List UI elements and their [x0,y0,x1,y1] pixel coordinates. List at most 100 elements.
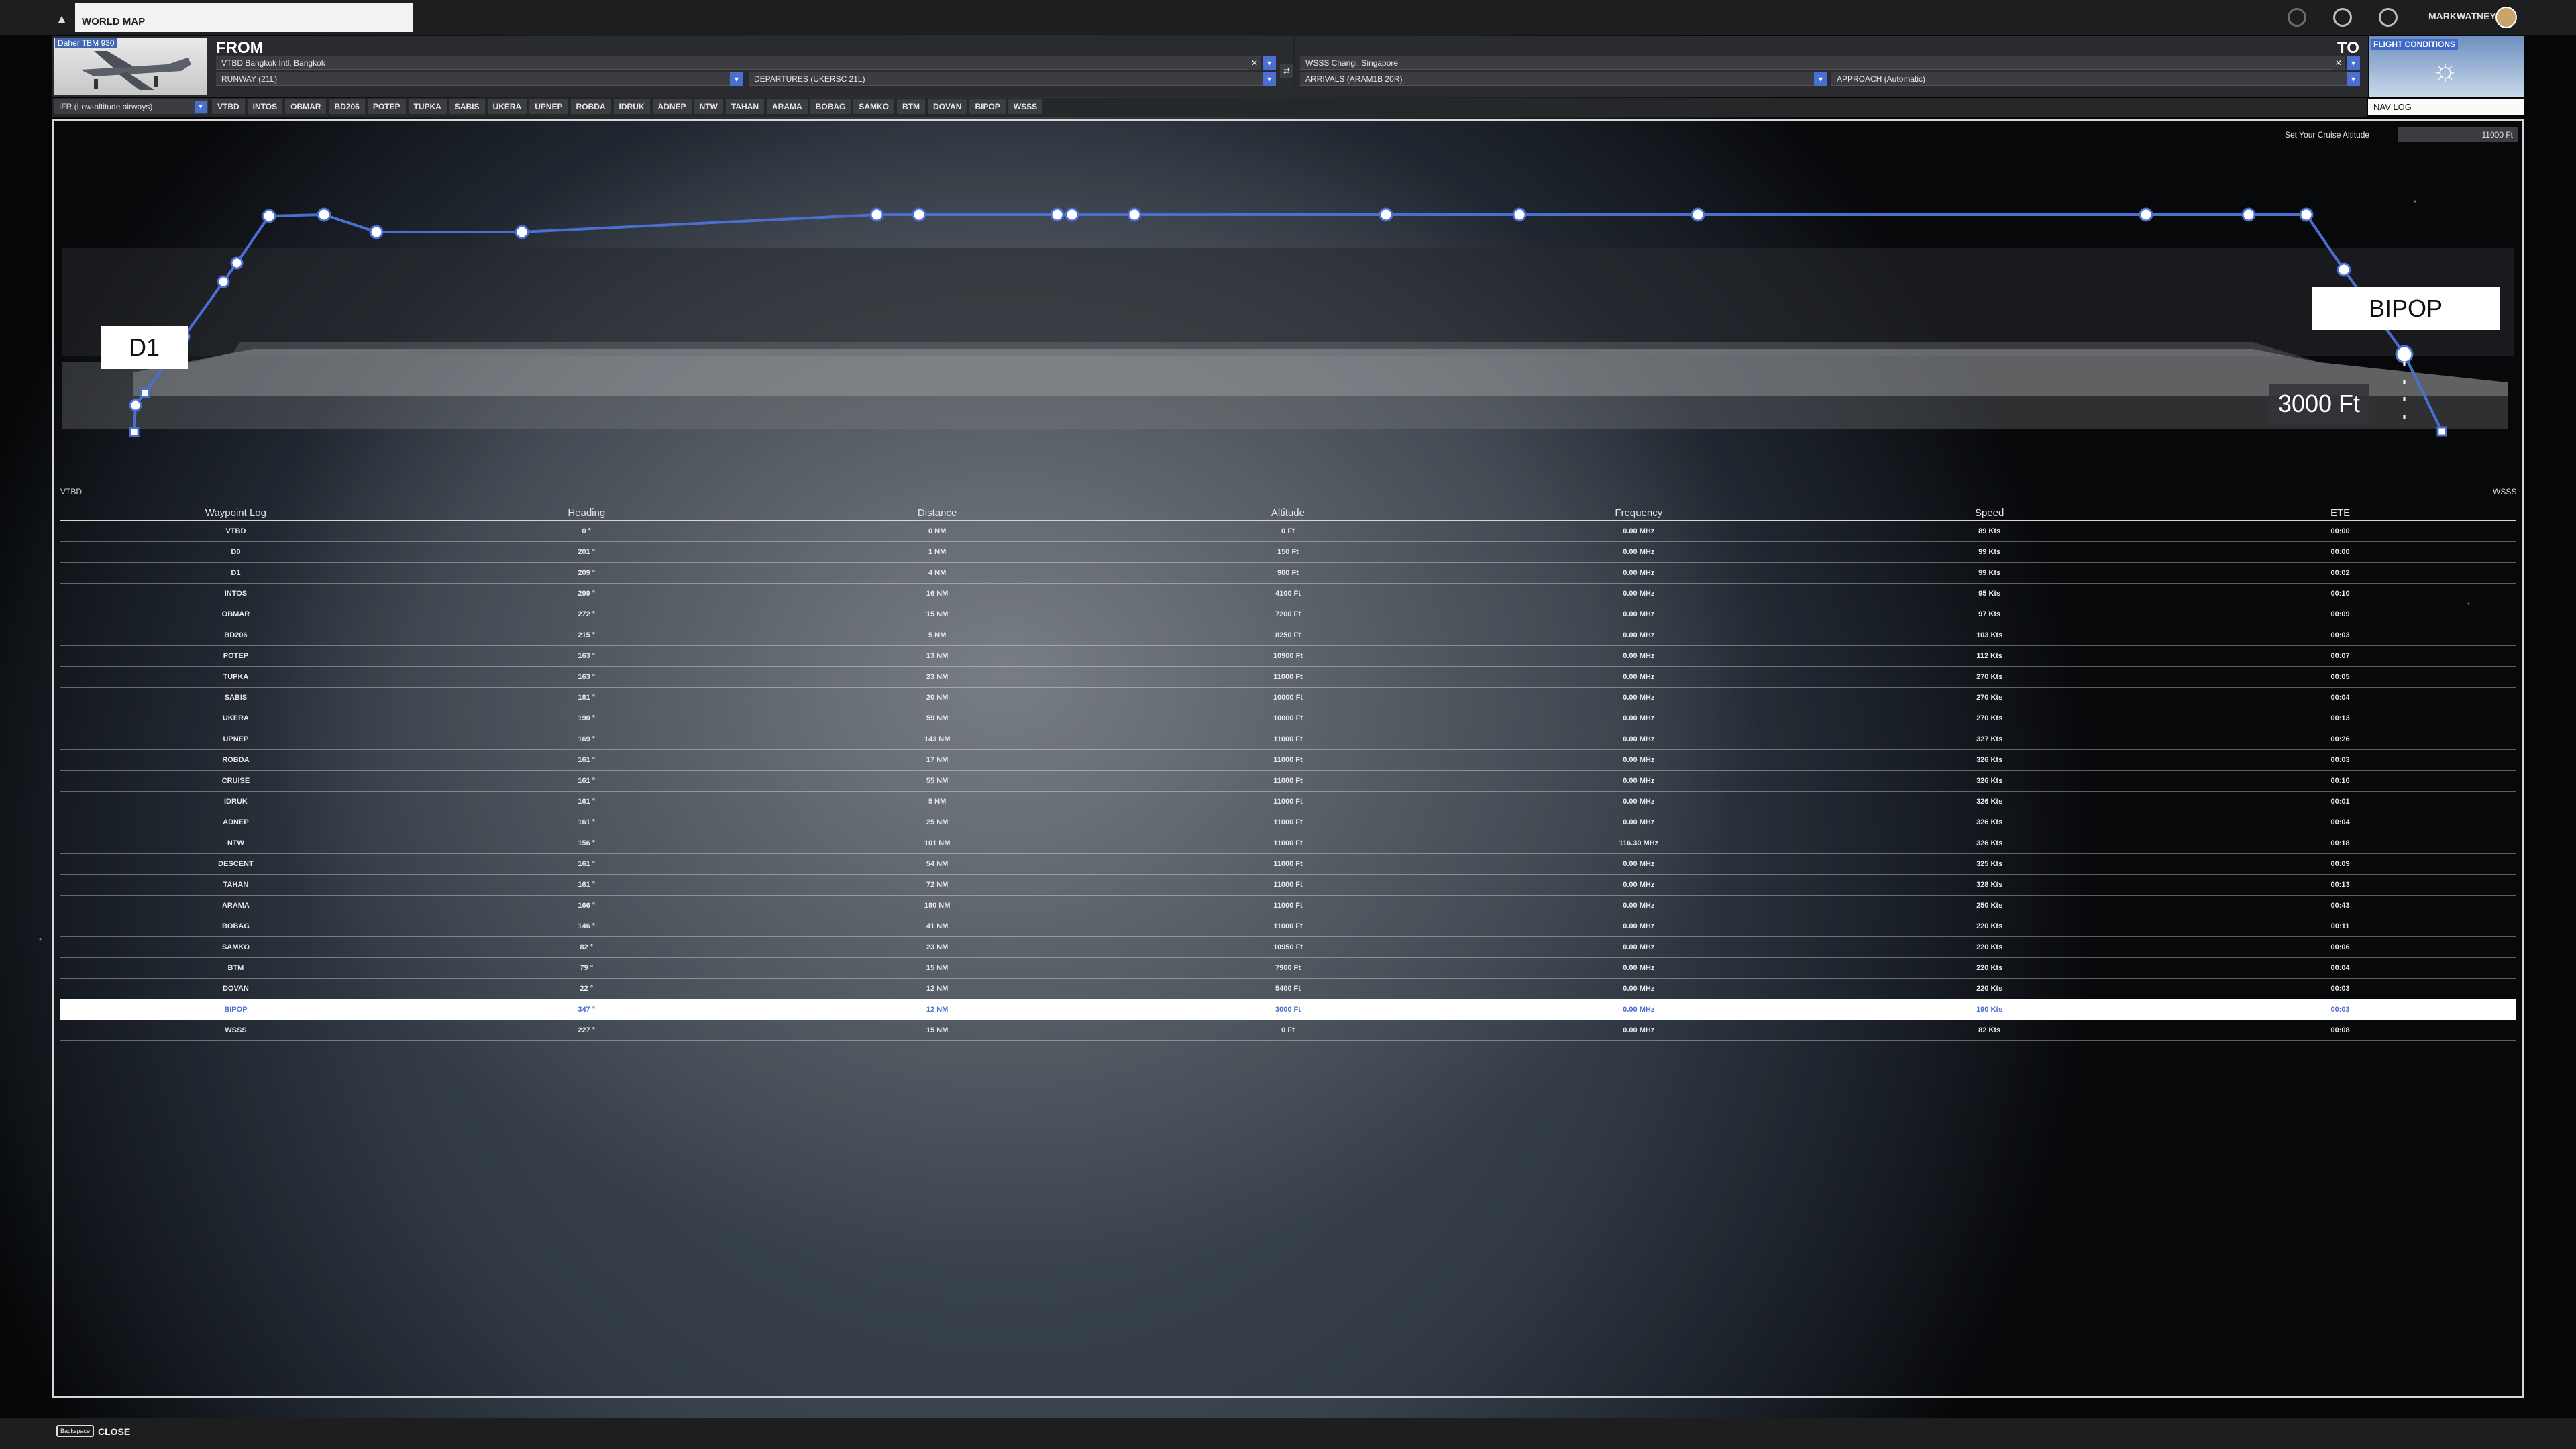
waypoint-marker[interactable] [2299,207,2314,222]
chevron-down-icon[interactable]: ▾ [1263,72,1276,86]
approach-select[interactable]: APPROACH (Automatic) [1831,72,2348,86]
waypoint-marker[interactable] [217,275,230,288]
waypoint-marker[interactable] [1690,207,1705,222]
table-row[interactable]: BIPOP 347 ° 12 NM 3000 Ft 0.00 MHz 190 Kts 00:… [60,999,2516,1020]
waypoint-marker[interactable] [262,209,276,223]
cruise-altitude-input[interactable]: 11000 Ft [2398,127,2518,142]
friends-icon[interactable] [2379,8,2398,27]
chevron-down-icon[interactable]: ▾ [2347,56,2360,70]
table-row[interactable]: SABIS 181 ° 20 NM 10000 Ft 0.00 MHz 270 Kts 00… [60,687,2516,708]
table-row[interactable]: NTW 156 ° 101 NM 11000 Ft 116.30 MHz 326 Kts 0… [60,833,2516,854]
waypoint-marker[interactable] [1127,207,1142,222]
route-waypoint-pill[interactable]: IDRUK [613,99,650,114]
table-row[interactable]: WSSS 227 ° 15 NM 0 Ft 0.00 MHz 82 Kts 00:08 [60,1020,2516,1041]
waypoint-marker[interactable] [1512,207,1527,222]
departure-airport-field[interactable]: VTBD Bangkok Intl, Bangkok [216,56,1256,70]
waypoint-marker[interactable] [129,398,142,412]
route-waypoint-pill[interactable]: ARAMA [767,99,808,114]
clock-icon[interactable] [2288,8,2306,27]
route-waypoint-pill[interactable]: SABIS [449,99,485,114]
table-row[interactable]: OBMAR 272 ° 15 NM 7200 Ft 0.00 MHz 97 Kts 00:0… [60,604,2516,625]
chevron-down-icon[interactable]: ▾ [1263,56,1276,70]
route-waypoint-pill[interactable]: BD206 [329,99,365,114]
profile-icon[interactable] [2333,8,2352,27]
table-row[interactable]: UKERA 190 ° 59 NM 10000 Ft 0.00 MHz 270 Kts 00… [60,708,2516,729]
vertical-profile-chart[interactable] [52,161,2524,456]
route-waypoint-pill[interactable]: UKERA [487,99,527,114]
table-row[interactable]: CRUISE 161 ° 55 NM 11000 Ft 0.00 MHz 326 Kts 0… [60,770,2516,792]
swap-icon[interactable]: ⇄ [1280,64,1293,78]
chevron-up-icon[interactable]: ▴ [54,11,70,27]
runway-select[interactable]: RUNWAY (21L) [216,72,733,86]
chevron-down-icon[interactable]: ▾ [730,72,743,86]
table-row[interactable]: INTOS 299 ° 16 NM 4100 Ft 0.00 MHz 95 Kts 00:1… [60,583,2516,604]
waypoint-marker[interactable] [140,388,150,398]
clear-icon[interactable]: ✕ [1248,56,1261,70]
waypoint-marker[interactable] [317,207,331,222]
waypoint-marker[interactable] [2241,207,2256,222]
waypoint-marker[interactable] [369,225,384,239]
table-row[interactable]: TAHAN 161 ° 72 NM 11000 Ft 0.00 MHz 328 Kts 00… [60,874,2516,896]
table-row[interactable]: TUPKA 163 ° 23 NM 11000 Ft 0.00 MHz 270 Kts 00… [60,666,2516,688]
route-waypoint-pill[interactable]: POTEP [367,99,406,114]
chevron-down-icon[interactable]: ▾ [2347,72,2360,86]
table-row[interactable]: ARAMA 166 ° 180 NM 11000 Ft 0.00 MHz 250 Kts 0… [60,895,2516,916]
waypoint-marker[interactable] [1065,207,1079,222]
waypoint-marker[interactable] [1379,207,1393,222]
route-waypoint-pill[interactable]: INTOS [247,99,283,114]
table-row[interactable]: DOVAN 22 ° 12 NM 5400 Ft 0.00 MHz 220 Kts 00:0… [60,978,2516,1000]
chevron-down-icon[interactable]: ▾ [195,101,207,113]
route-waypoint-pill[interactable]: BTM [897,99,926,114]
selected-waypoint-marker[interactable] [2395,345,2414,364]
world-map-tab[interactable]: WORLD MAP [75,3,413,32]
route-waypoint-pill[interactable]: ROBDA [570,99,611,114]
route-waypoint-pill[interactable]: TUPKA [408,99,447,114]
table-row[interactable]: UPNEP 169 ° 143 NM 11000 Ft 0.00 MHz 327 Kts 0… [60,729,2516,750]
waypoint-marker[interactable] [869,207,884,222]
clear-icon[interactable]: ✕ [2332,56,2345,70]
route-waypoint-pill[interactable]: VTBD [212,99,245,114]
route-waypoint-pill[interactable]: BOBAG [810,99,851,114]
waypoint-marker[interactable] [2139,207,2153,222]
route-waypoint-pill[interactable]: OBMAR [285,99,327,114]
route-waypoint-pill[interactable]: SAMKO [853,99,895,114]
waypoint-marker[interactable] [230,256,244,270]
table-row[interactable]: SAMKO 82 ° 23 NM 10950 Ft 0.00 MHz 220 Kts 00:… [60,936,2516,958]
route-waypoint-pill[interactable]: TAHAN [725,99,764,114]
table-cell: 11000 Ft [1112,749,1464,771]
route-waypoint-pill[interactable]: UPNEP [529,99,568,114]
route-waypoint-pill[interactable]: ADNEP [652,99,692,114]
table-row[interactable]: POTEP 163 ° 13 NM 10900 Ft 0.00 MHz 112 Kts 00… [60,645,2516,667]
waypoint-marker[interactable] [1050,207,1065,222]
close-button[interactable]: CLOSE [98,1426,130,1437]
table-row[interactable]: ROBDA 161 ° 17 NM 11000 Ft 0.00 MHz 326 Kts 00… [60,749,2516,771]
route-waypoint-pill[interactable]: NTW [694,99,723,114]
route-waypoint-pill[interactable]: DOVAN [928,99,967,114]
table-row[interactable]: IDRUK 161 ° 5 NM 11000 Ft 0.00 MHz 326 Kts 00:… [60,791,2516,812]
route-waypoint-pill[interactable]: WSSS [1008,99,1043,114]
table-row[interactable]: ADNEP 161 ° 25 NM 11000 Ft 0.00 MHz 326 Kts 00… [60,812,2516,833]
table-row[interactable]: VTBD 0 ° 0 NM 0 Ft 0.00 MHz 89 Kts 00:00 [60,521,2516,542]
table-row[interactable]: D0 201 ° 1 NM 150 Ft 0.00 MHz 99 Kts 00:00 [60,541,2516,563]
arrival-airport-field[interactable]: WSSS Changi, Singapore [1300,56,2333,70]
waypoint-marker[interactable] [2337,262,2351,277]
waypoint-marker[interactable] [912,207,926,222]
table-row[interactable]: BTM 79 ° 15 NM 7900 Ft 0.00 MHz 220 Kts 00:04 [60,957,2516,979]
table-cell: WSSS [60,1020,411,1041]
chevron-down-icon[interactable]: ▾ [1814,72,1827,86]
nav-log-tab[interactable]: NAV LOG [2368,99,2524,115]
user-name[interactable]: MARKWATNEY [2428,11,2496,21]
arrival-marker[interactable] [2436,426,2447,437]
table-row[interactable]: DESCENT 161 ° 54 NM 11000 Ft 0.00 MHz 325 Kts… [60,853,2516,875]
departure-marker[interactable] [129,427,140,437]
route-waypoint-pill[interactable]: BIPOP [969,99,1006,114]
table-cell: 150 Ft [1112,541,1464,563]
arrival-select[interactable]: ARRIVALS (ARAM1B 20R) [1300,72,1817,86]
table-row[interactable]: D1 209 ° 4 NM 900 Ft 0.00 MHz 99 Kts 00:02 [60,562,2516,584]
avatar[interactable] [2496,7,2517,28]
route-type-select[interactable]: IFR (Low-altitude airways) [54,99,208,114]
departure-select[interactable]: DEPARTURES (UKERSC 21L) [749,72,1265,86]
table-row[interactable]: BD206 215 ° 5 NM 8250 Ft 0.00 MHz 103 Kts 00:0… [60,625,2516,646]
waypoint-marker[interactable] [515,225,529,239]
table-row[interactable]: BOBAG 146 ° 41 NM 11000 Ft 0.00 MHz 220 Kts 00… [60,916,2516,937]
